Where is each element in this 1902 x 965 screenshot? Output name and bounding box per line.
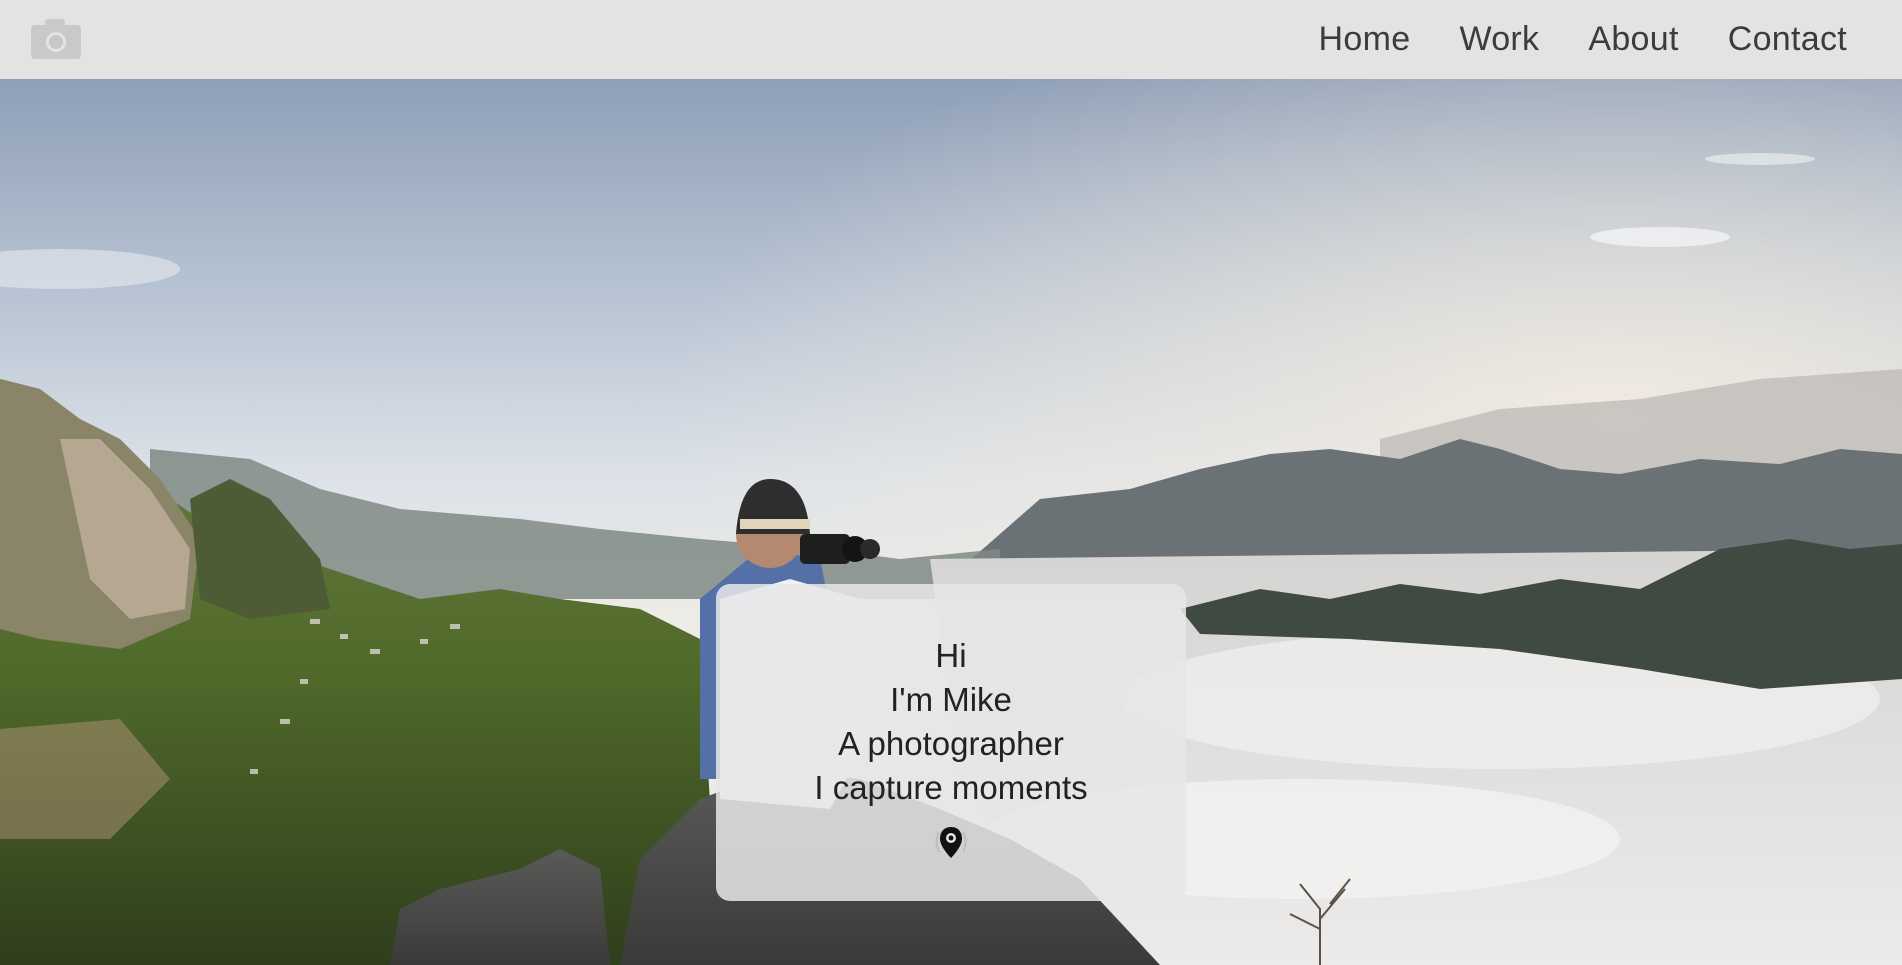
intro-name: I'm Mike [890,681,1012,718]
intro-tagline: I capture moments [814,769,1088,806]
nav-work-link[interactable]: Work [1459,20,1539,59]
intro-role: A photographer [838,725,1064,762]
intro-card: Hi I'm Mike A photographer I capture mom… [716,584,1186,901]
hero-section: Hi I'm Mike A photographer I capture mom… [0,79,1902,965]
nav-about-link[interactable]: About [1588,20,1678,59]
intro-greeting: Hi [935,637,967,674]
navbar: Home Work About Contact [0,0,1902,79]
camera-icon[interactable] [31,19,81,59]
location-pin-icon[interactable] [931,822,971,862]
main-nav: Home Work About Contact [1319,0,1847,79]
nav-home-link[interactable]: Home [1319,20,1411,59]
nav-contact-link[interactable]: Contact [1728,20,1847,59]
